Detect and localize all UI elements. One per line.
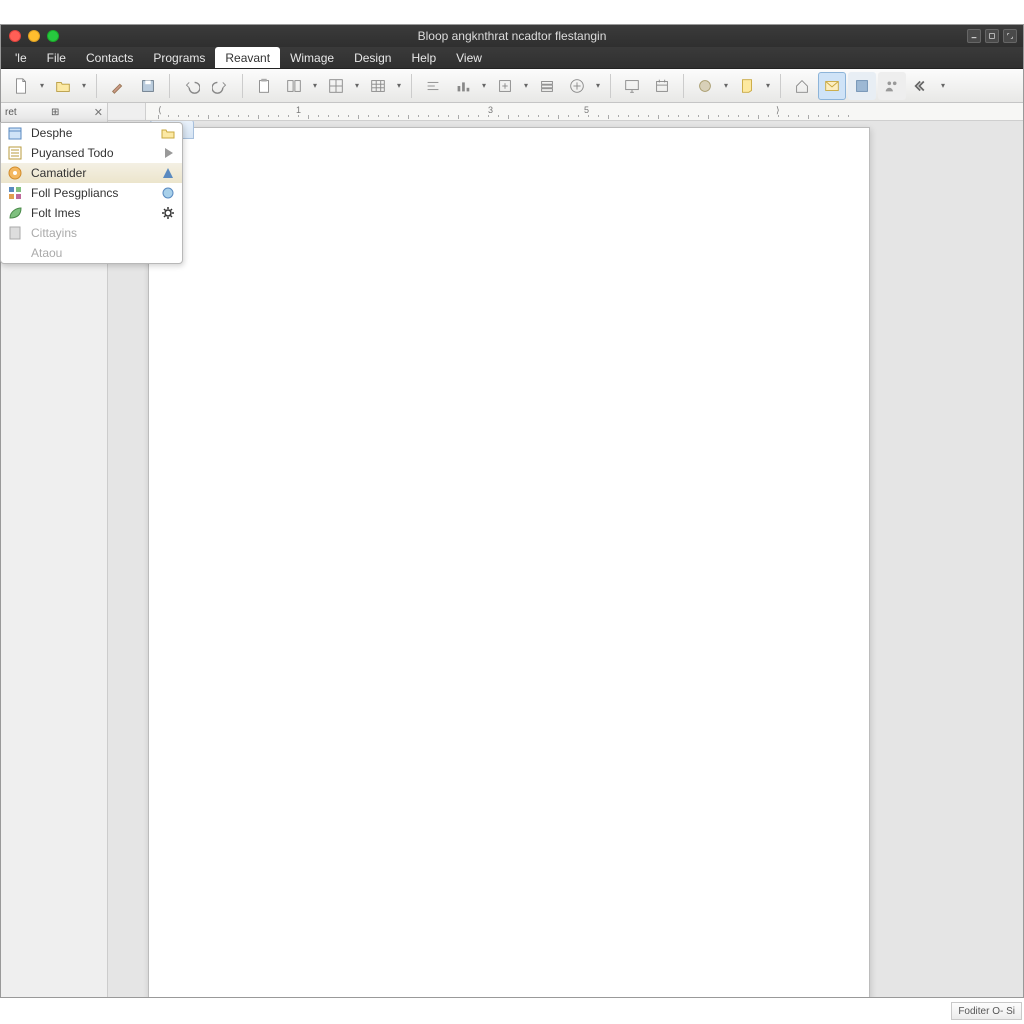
menu-reavant[interactable]: Reavant [215,47,280,68]
fullscreen-icon[interactable] [1003,29,1017,43]
dropdown-item-label: Foll Pesgpliancs [31,186,118,200]
menu-programs[interactable]: Programs [143,47,215,68]
menu-wimage[interactable]: Wimage [280,47,344,68]
globe-icon [160,185,176,201]
dropdown-item-cittayins[interactable]: Cittayins [1,223,182,243]
main-area: ⟨ 1 3 5 ⟩ $ [108,103,1023,997]
leaf-icon [7,205,23,221]
traffic-lights [9,30,59,42]
brush-button[interactable] [104,72,132,100]
dropdown-item-label: Puyansed Todo [31,146,114,160]
save-button[interactable] [134,72,162,100]
sidebar-header-label: ret [5,107,17,118]
badge-button[interactable] [848,72,876,100]
menu-view[interactable]: View [446,47,492,68]
table-button[interactable] [364,72,392,100]
home-button[interactable] [788,72,816,100]
sidebar-options-icon[interactable]: ⊞ [51,107,59,118]
sidebar-close-icon[interactable]: ✕ [94,106,103,119]
grid-button[interactable] [322,72,350,100]
undo-button[interactable] [177,72,205,100]
people-button[interactable] [878,72,906,100]
folder-icon [160,125,176,141]
menu-design[interactable]: Design [344,47,401,68]
disc-icon [7,165,23,181]
calendar-button[interactable] [648,72,676,100]
chart-button[interactable] [449,72,477,100]
doc-icon [7,225,23,241]
menu-le[interactable]: 'le [5,47,37,68]
note-button[interactable] [733,72,761,100]
circle-plus-button[interactable] [563,72,591,100]
menubar: 'le File Contacts Programs Reavant Wimag… [1,47,1023,69]
toolbar: ▾ ▾ ▾ ▾ ▾ ▾ ▾ [1,69,1023,103]
canvas-wrap[interactable]: $ [108,121,1023,997]
window-title: Bloop angknthrat ncadtor flestangin [1,29,1023,43]
dropdown-item-puyansed[interactable]: Puyansed Todo [1,143,182,163]
horizontal-ruler: ⟨ 1 3 5 ⟩ [108,103,1023,121]
blank-icon [7,245,23,261]
menu-file[interactable]: File [37,47,76,68]
open-dropdown[interactable]: ▾ [79,72,89,100]
monitor-button[interactable] [618,72,646,100]
menu-help[interactable]: Help [401,47,446,68]
menu-contacts[interactable]: Contacts [76,47,143,68]
titlebar: Bloop angknthrat ncadtor flestangin [1,25,1023,47]
dropdown-item-camatider[interactable]: Camatider [1,163,182,183]
back-arrow-button[interactable] [908,72,936,100]
window-controls-right [967,29,1017,43]
status-text: Foditer O- Si [958,1006,1015,1017]
list-icon [7,145,23,161]
new-doc-dropdown[interactable]: ▾ [37,72,47,100]
grid-dropdown[interactable]: ▾ [352,72,362,100]
circle-plus-dropdown[interactable]: ▾ [593,72,603,100]
calendar-icon [7,125,23,141]
status-box: Foditer O- Si [951,1002,1022,1020]
ruler-track: ⟨ 1 3 5 ⟩ [146,103,1023,120]
restore-icon[interactable] [985,29,999,43]
open-button[interactable] [49,72,77,100]
grid-icon [7,185,23,201]
play-icon [160,145,176,161]
chart-dropdown[interactable]: ▾ [479,72,489,100]
sidebar-header: ret ⊞ ✕ [1,103,107,123]
dropdown-item-ataou[interactable]: Ataou [1,243,182,263]
redo-button[interactable] [207,72,235,100]
stack-button[interactable] [533,72,561,100]
close-window-button[interactable] [9,30,21,42]
note-dropdown[interactable]: ▾ [763,72,773,100]
dropdown-item-label: Desphe [31,126,72,140]
maximize-window-button[interactable] [47,30,59,42]
insert-button[interactable] [491,72,519,100]
new-doc-button[interactable] [7,72,35,100]
globe-button[interactable] [691,72,719,100]
dropdown-panel: Desphe Puyansed Todo Camatider Foll Pesg… [0,122,183,264]
back-arrow-dropdown[interactable]: ▾ [938,72,948,100]
minimize-icon[interactable] [967,29,981,43]
dropdown-item-label: Folt Imes [31,206,80,220]
dropdown-item-foll[interactable]: Foll Pesgpliancs [1,183,182,203]
table-dropdown[interactable]: ▾ [394,72,404,100]
dropdown-item-label: Ataou [31,246,62,260]
align-left-button[interactable] [419,72,447,100]
dropdown-item-desphe[interactable]: Desphe [1,123,182,143]
paste-button[interactable] [250,72,278,100]
minimize-window-button[interactable] [28,30,40,42]
columns-dropdown[interactable]: ▾ [310,72,320,100]
gear-icon [160,205,176,221]
dropdown-item-label: Cittayins [31,226,77,240]
globe-dropdown[interactable]: ▾ [721,72,731,100]
triangle-icon [160,165,176,181]
dropdown-item-folt[interactable]: Folt Imes [1,203,182,223]
document-page[interactable] [148,127,870,997]
insert-dropdown[interactable]: ▾ [521,72,531,100]
mail-button[interactable] [818,72,846,100]
dropdown-item-label: Camatider [31,166,86,180]
columns-button[interactable] [280,72,308,100]
